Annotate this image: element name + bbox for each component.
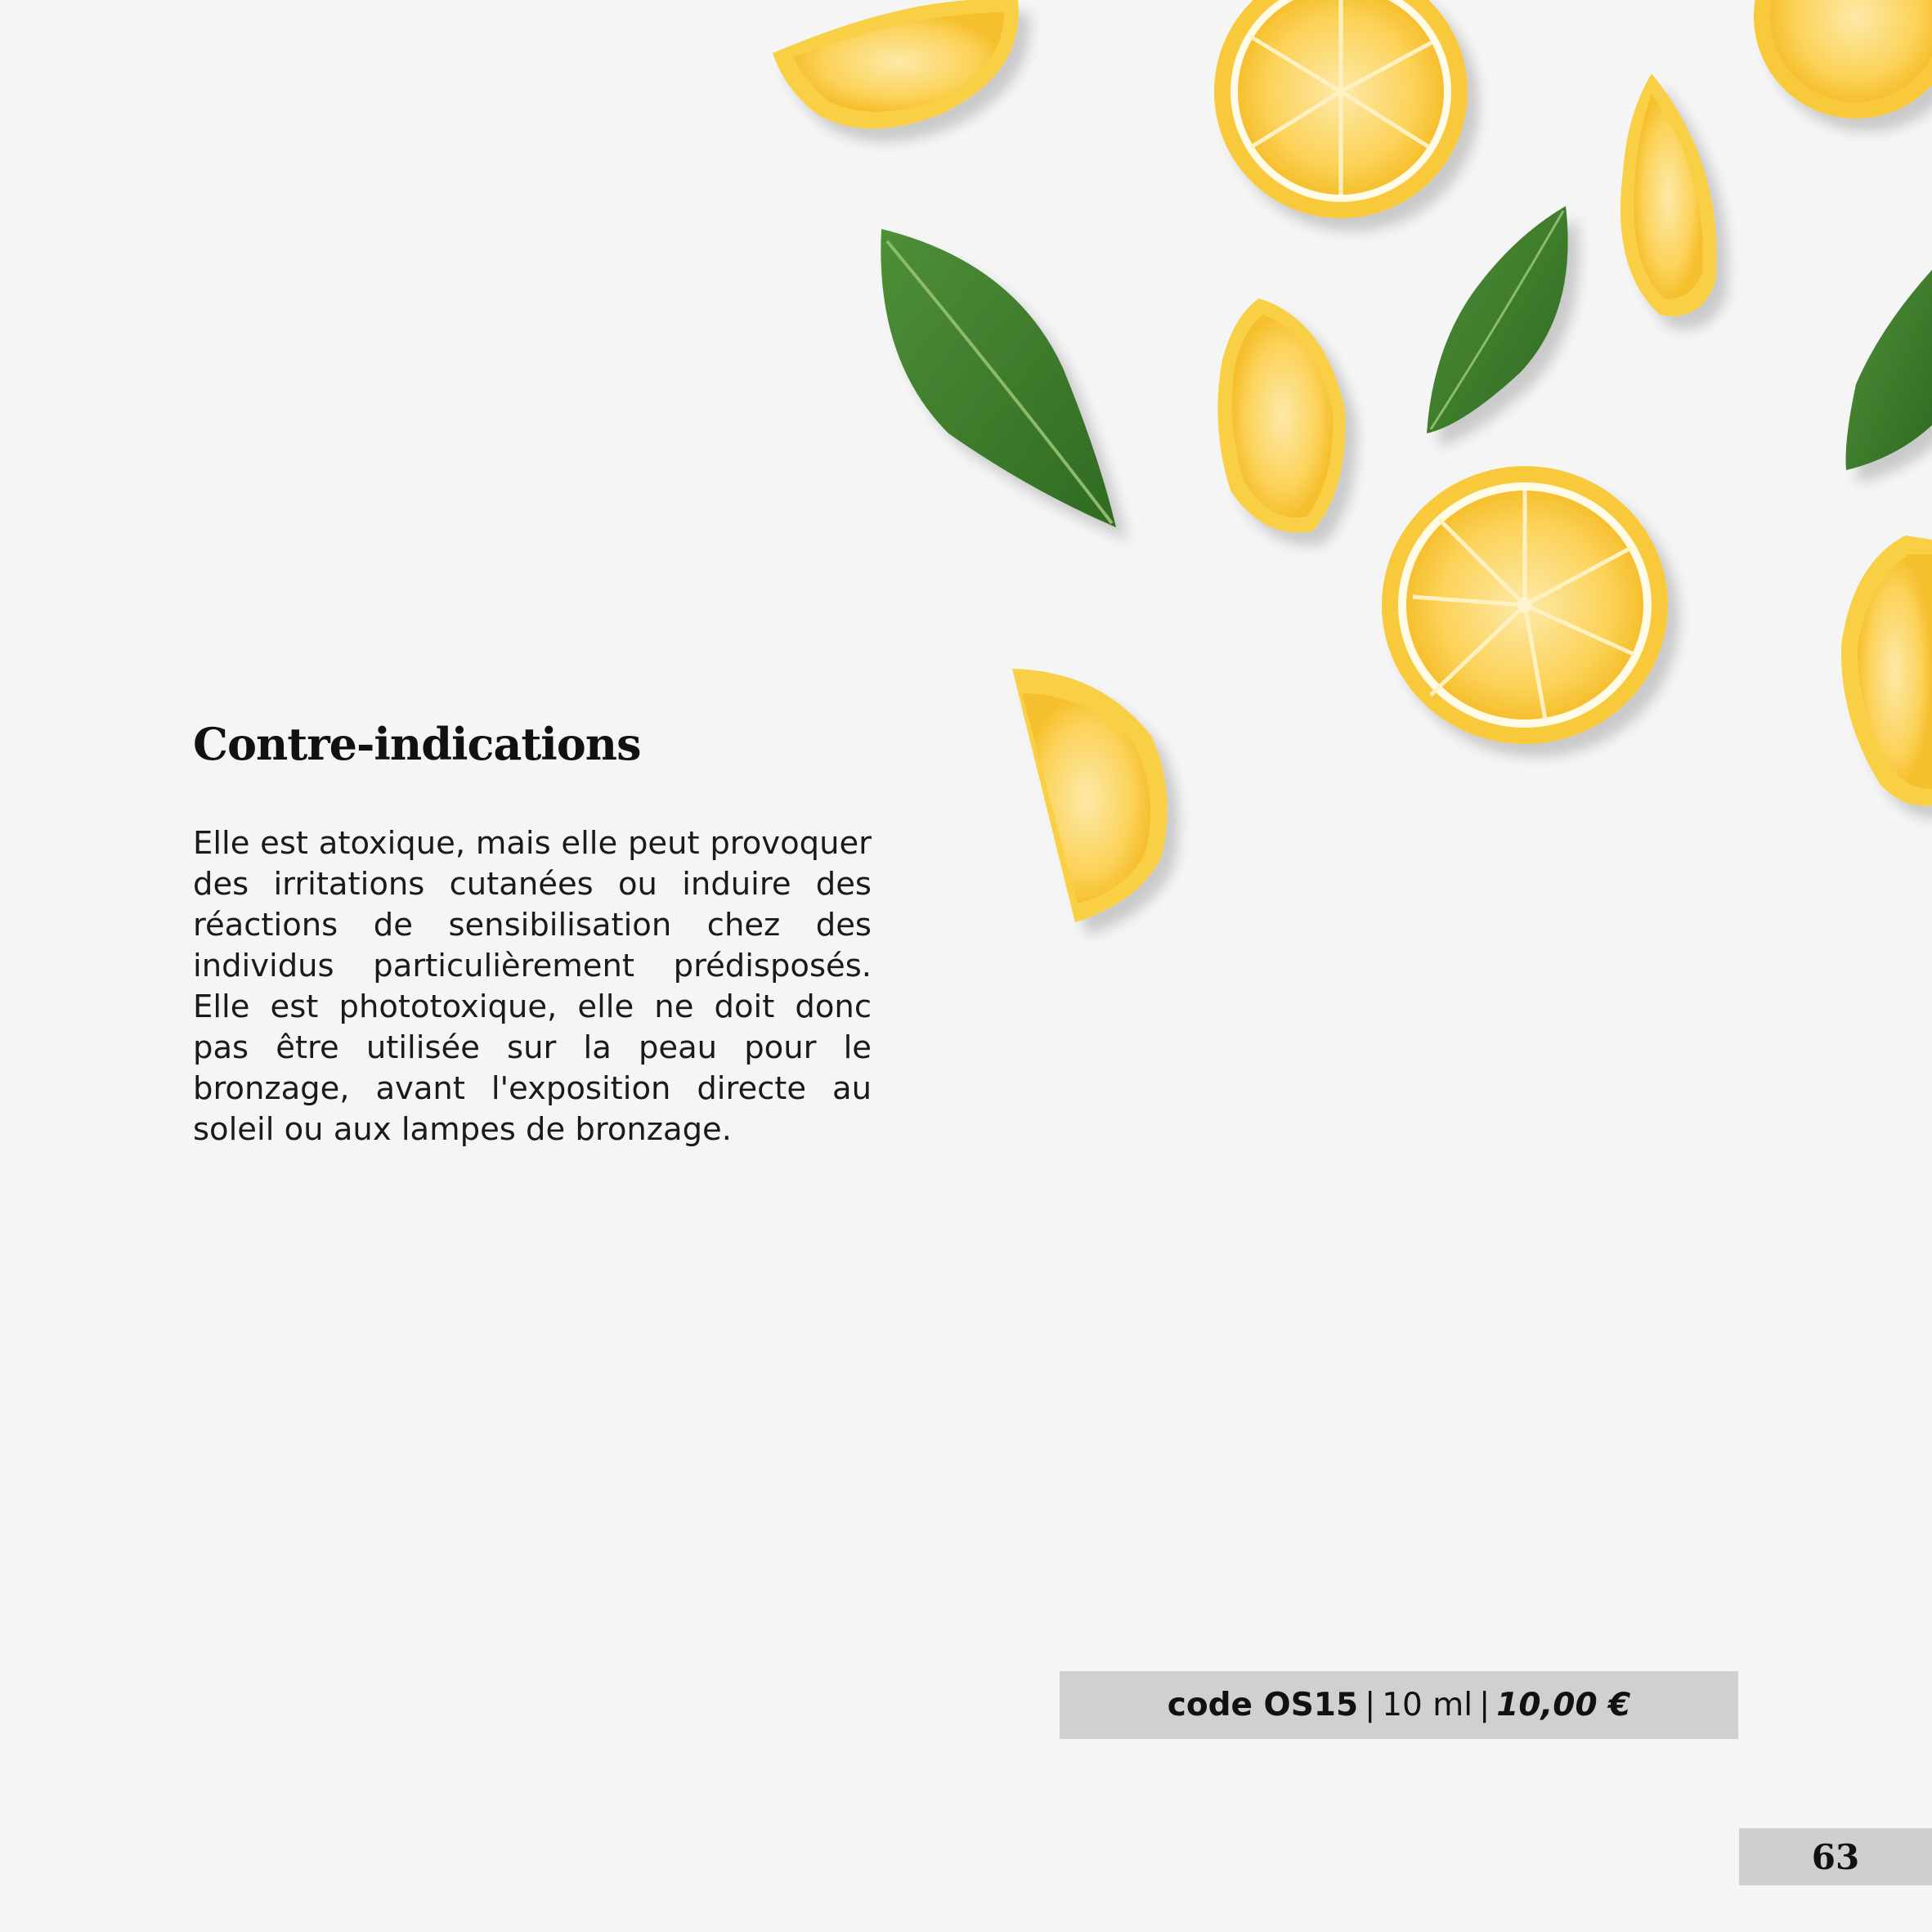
leaf — [1845, 270, 1932, 470]
separator: | — [1479, 1687, 1490, 1724]
product-code: code OS15 — [1167, 1687, 1359, 1724]
product-info-bar: code OS15 | 10 ml | 10,00 € — [1060, 1671, 1738, 1739]
lemon-slice — [1382, 466, 1668, 744]
lemon-slice — [1214, 0, 1468, 218]
catalog-page: Contre-indications Elle est atoxique, ma… — [0, 0, 1932, 1932]
lemon-slices-illustration — [773, 0, 1932, 922]
lemon-half-slice — [1012, 669, 1168, 922]
separator: | — [1365, 1687, 1376, 1724]
lemon-slice — [1754, 0, 1932, 119]
lemon-wedge — [1840, 536, 1932, 806]
leaf — [881, 229, 1116, 527]
lemon-wedge — [1620, 74, 1717, 316]
section-title: Contre-indications — [193, 718, 641, 770]
lemon-wedge — [1217, 298, 1346, 533]
page-number: 63 — [1739, 1828, 1932, 1885]
leaf — [1427, 206, 1568, 433]
section-body: Elle est atoxique, mais elle peut provoq… — [193, 825, 872, 1148]
product-volume: 10 ml — [1382, 1687, 1473, 1724]
lemon-wedge — [773, 0, 1019, 129]
product-price: 10,00 € — [1496, 1687, 1631, 1724]
